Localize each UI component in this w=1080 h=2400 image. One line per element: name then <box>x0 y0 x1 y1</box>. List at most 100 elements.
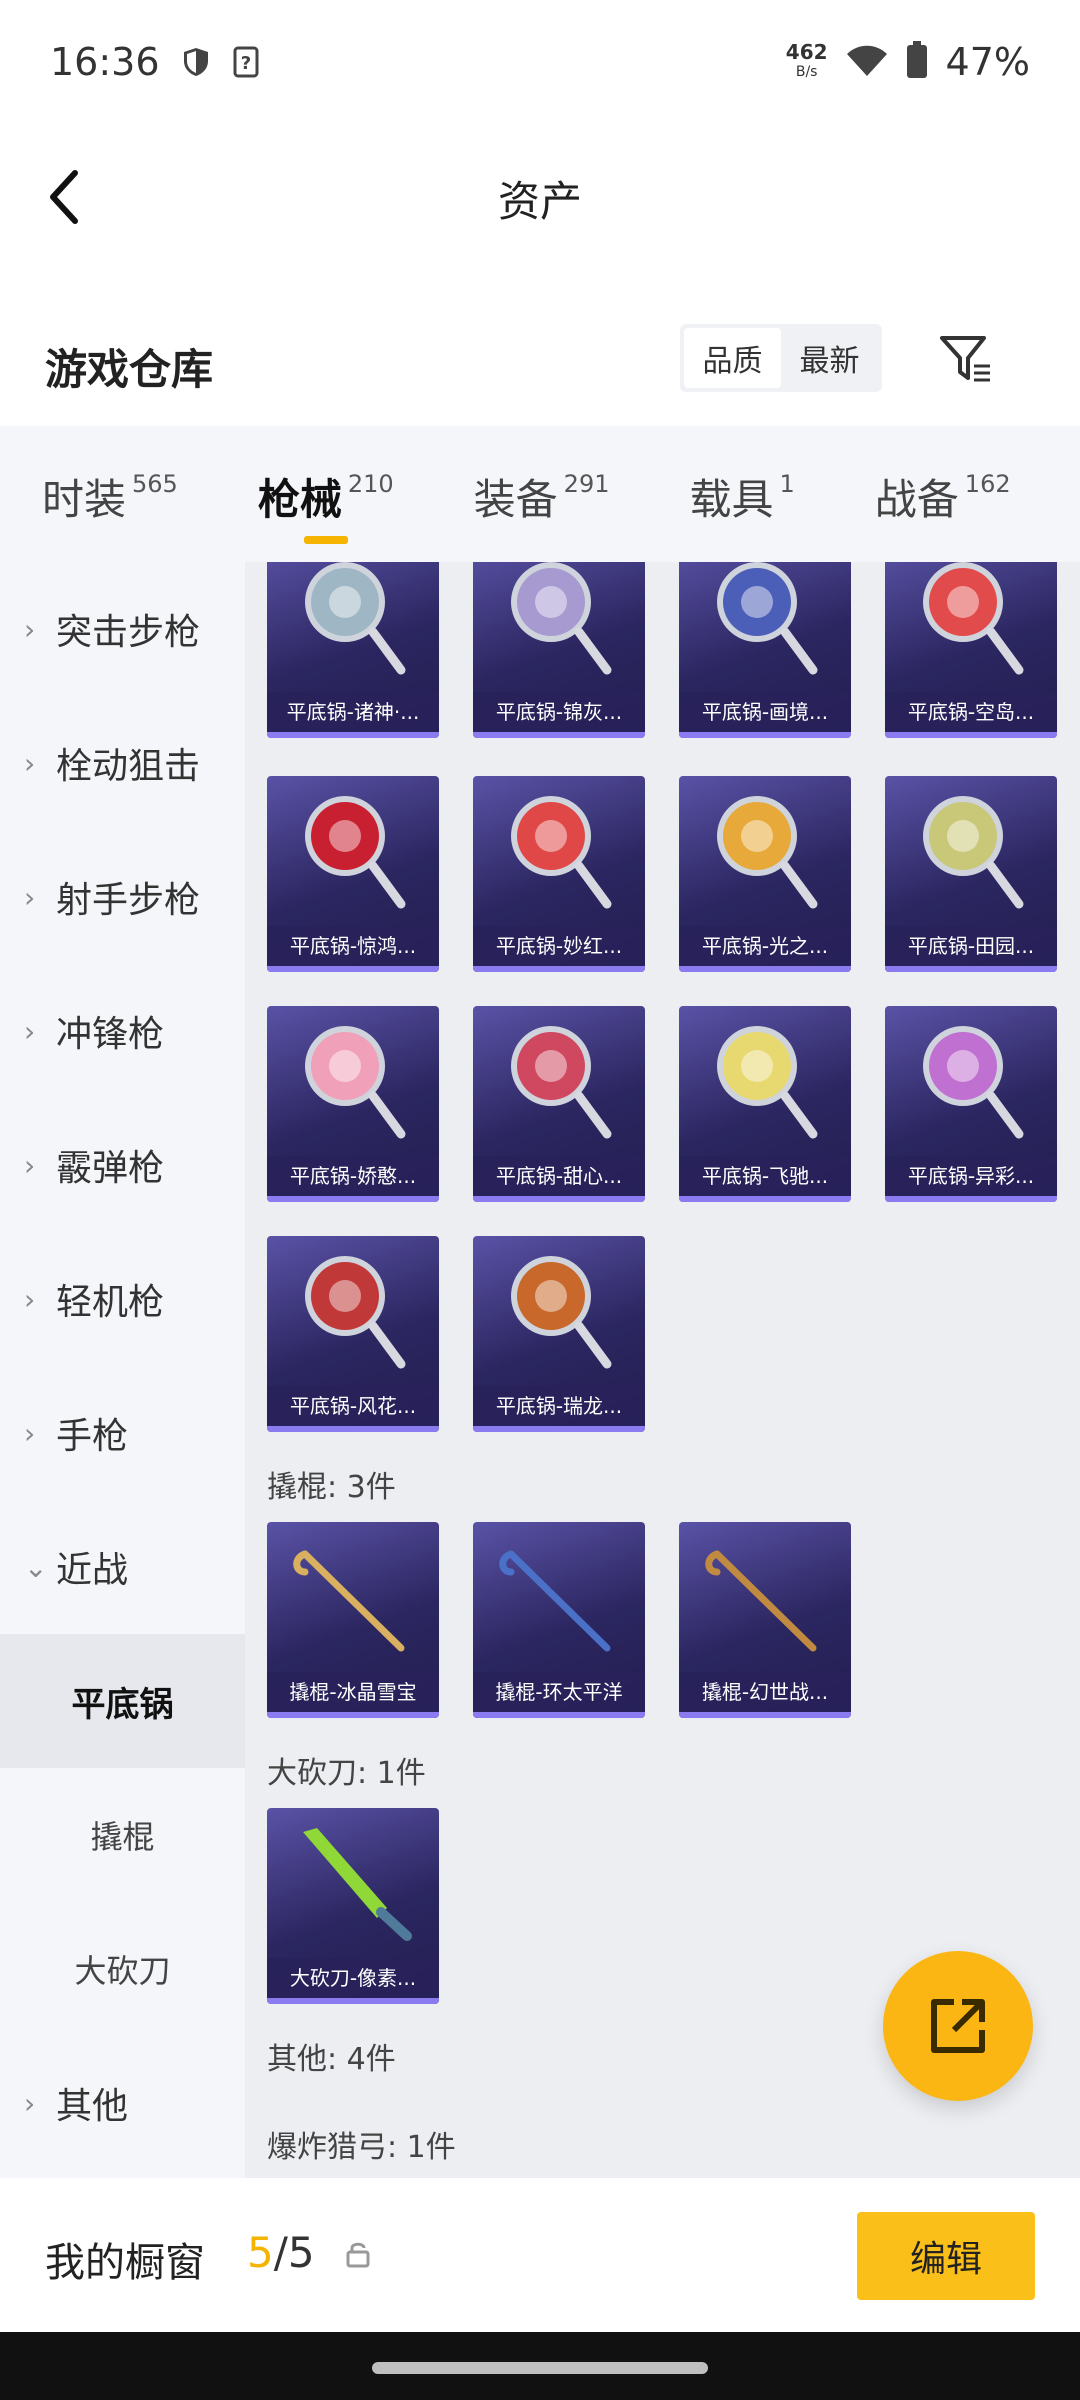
section-header: 游戏仓库 品质 最新 <box>0 300 1080 420</box>
status-bar: 16:36 ? 462 B/s 47% <box>0 0 1080 124</box>
edit-button[interactable]: 编辑 <box>857 2212 1035 2300</box>
pan-item-card[interactable]: 平底锅-田园... <box>885 776 1057 972</box>
pan-item-card[interactable]: 平底锅-光之... <box>679 776 851 972</box>
category-tabs: 时装 565 枪械 210 装备 291 载具 1 战备 162 <box>0 426 1080 562</box>
pan-item-card[interactable]: 平底锅-空岛... <box>885 562 1057 738</box>
machete-icon <box>303 1828 412 1941</box>
section-title: 游戏仓库 <box>45 345 214 394</box>
chevron-down-icon: ⌄ <box>24 1550 48 1584</box>
notification-icon: ? <box>232 46 260 78</box>
battery-percent: 47% <box>945 40 1030 84</box>
chevron-right-icon: › <box>24 612 36 646</box>
filter-icon <box>940 336 990 382</box>
sidebar-item-pistol[interactable]: › 手枪 <box>0 1366 245 1500</box>
sidebar-sub-machete[interactable]: 大砍刀 <box>0 1902 245 2036</box>
pan-icon <box>717 1026 818 1139</box>
chevron-right-icon: › <box>24 1282 36 1316</box>
lock-icon <box>345 2240 371 2272</box>
pan-icon <box>923 796 1024 909</box>
sidebar-item-marksman-rifle[interactable]: › 射手步枪 <box>0 830 245 964</box>
sidebar-item-other[interactable]: › 其他 <box>0 2036 245 2170</box>
pan-item-card[interactable]: 平底锅-画境... <box>679 562 851 738</box>
status-time: 16:36 <box>50 40 160 84</box>
page-title: 资产 <box>497 177 582 226</box>
pan-item-card[interactable]: 平底锅-锦灰... <box>473 562 645 738</box>
sidebar-item-bolt-sniper[interactable]: › 栓动狙击 <box>0 696 245 830</box>
tab-equipment[interactable]: 装备 291 <box>474 426 610 562</box>
showcase-title: 我的橱窗 <box>45 2240 205 2286</box>
pan-icon <box>923 562 1024 675</box>
pan-icon <box>305 796 406 909</box>
chevron-right-icon: › <box>24 880 36 914</box>
sidebar-item-melee[interactable]: ⌄ 近战 <box>0 1500 245 1634</box>
item-grid: 撬棍: 3件 大砍刀: 1件 其他: 4件 爆炸猎弓: 1件 平底锅-诸神·..… <box>245 562 1080 2178</box>
tab-gear[interactable]: 战备 162 <box>875 426 1011 562</box>
sidebar-item-lmg[interactable]: › 轻机枪 <box>0 1232 245 1366</box>
group-label-crossbow: 爆炸猎弓: 1件 <box>267 2130 456 2165</box>
pan-item-card[interactable]: 平底锅-异彩... <box>885 1006 1057 1202</box>
sidebar: › 突击步枪 › 栓动狙击 › 射手步枪 › 冲锋枪 › 霰弹枪 › 轻机枪 › 手枪 ⌄ 近战… <box>0 562 245 2178</box>
pan-icon <box>305 1026 406 1139</box>
pan-item-card[interactable]: 平底锅-瑞龙... <box>473 1236 645 1432</box>
crowbar-icon <box>293 1550 405 1652</box>
crowbar-item-card[interactable]: 撬棍-幻世战... <box>679 1522 851 1718</box>
sidebar-item-shotgun[interactable]: › 霰弹枪 <box>0 1098 245 1232</box>
item-name: 平底锅-风花... <box>267 1386 439 1426</box>
item-name: 平底锅-惊鸿... <box>267 926 439 966</box>
chevron-right-icon: › <box>24 2086 36 2120</box>
crowbar-item-card[interactable]: 撬棍-环太平洋 <box>473 1522 645 1718</box>
active-tab-indicator <box>303 536 348 544</box>
sort-quality-option[interactable]: 品质 <box>684 328 781 388</box>
sidebar-item-smg[interactable]: › 冲锋枪 <box>0 964 245 1098</box>
pan-icon <box>923 1026 1024 1139</box>
tab-firearms[interactable]: 枪械 210 <box>258 426 394 562</box>
pan-icon <box>511 1026 612 1139</box>
group-label-crowbar: 撬棍: 3件 <box>267 1470 396 1505</box>
filter-button[interactable] <box>930 324 1000 394</box>
chevron-right-icon: › <box>24 746 36 780</box>
pan-icon <box>511 1256 612 1369</box>
sidebar-sub-pan[interactable]: 平底锅 <box>0 1634 245 1768</box>
network-rate: 462 B/s <box>785 40 828 80</box>
showcase-count: 5/5 <box>247 2228 315 2277</box>
pan-item-card[interactable]: 平底锅-妙红... <box>473 776 645 972</box>
share-button[interactable] <box>883 1951 1033 2101</box>
pan-item-card[interactable]: 平底锅-惊鸿... <box>267 776 439 972</box>
pan-icon <box>717 562 818 675</box>
app-header: 资产 <box>0 124 1080 270</box>
item-name: 平底锅-异彩... <box>885 1156 1057 1196</box>
svg-text:?: ? <box>240 53 250 74</box>
pan-icon <box>305 562 406 675</box>
item-name: 平底锅-诸神·... <box>267 692 439 732</box>
item-name: 撬棍-环太平洋 <box>473 1672 645 1712</box>
tab-vehicles[interactable]: 载具 1 <box>689 426 794 562</box>
sort-latest-option[interactable]: 最新 <box>781 328 878 388</box>
home-gesture-bar[interactable] <box>372 2362 708 2374</box>
shield-icon <box>182 47 210 77</box>
item-name: 平底锅-甜心... <box>473 1156 645 1196</box>
pan-icon <box>511 562 612 675</box>
machete-item-card[interactable]: 大砍刀-像素... <box>267 1808 439 2004</box>
sidebar-sub-crowbar[interactable]: 撬棍 <box>0 1768 245 1902</box>
pan-item-card[interactable]: 平底锅-风花... <box>267 1236 439 1432</box>
crowbar-item-card[interactable]: 撬棍-冰晶雪宝 <box>267 1522 439 1718</box>
item-name: 平底锅-锦灰... <box>473 692 645 732</box>
crowbar-icon <box>499 1550 611 1652</box>
system-nav-bar <box>0 2332 1080 2400</box>
item-name: 平底锅-光之... <box>679 926 851 966</box>
item-name: 平底锅-瑞龙... <box>473 1386 645 1426</box>
item-name: 平底锅-画境... <box>679 692 851 732</box>
group-label-machete: 大砍刀: 1件 <box>267 1756 426 1791</box>
pan-item-card[interactable]: 平底锅-娇憨... <box>267 1006 439 1202</box>
share-icon <box>931 1999 985 2053</box>
pan-item-card[interactable]: 平底锅-飞驰... <box>679 1006 851 1202</box>
pan-icon <box>717 796 818 909</box>
sort-toggle: 品质 最新 <box>680 324 882 392</box>
sidebar-item-assault-rifle[interactable]: › 突击步枪 <box>0 562 245 696</box>
pan-item-card[interactable]: 平底锅-诸神·... <box>267 562 439 738</box>
battery-icon <box>906 41 928 83</box>
pan-item-card[interactable]: 平底锅-甜心... <box>473 1006 645 1202</box>
item-name: 平底锅-田园... <box>885 926 1057 966</box>
tab-fashion[interactable]: 时装 565 <box>42 426 178 562</box>
pan-icon <box>305 1256 406 1369</box>
